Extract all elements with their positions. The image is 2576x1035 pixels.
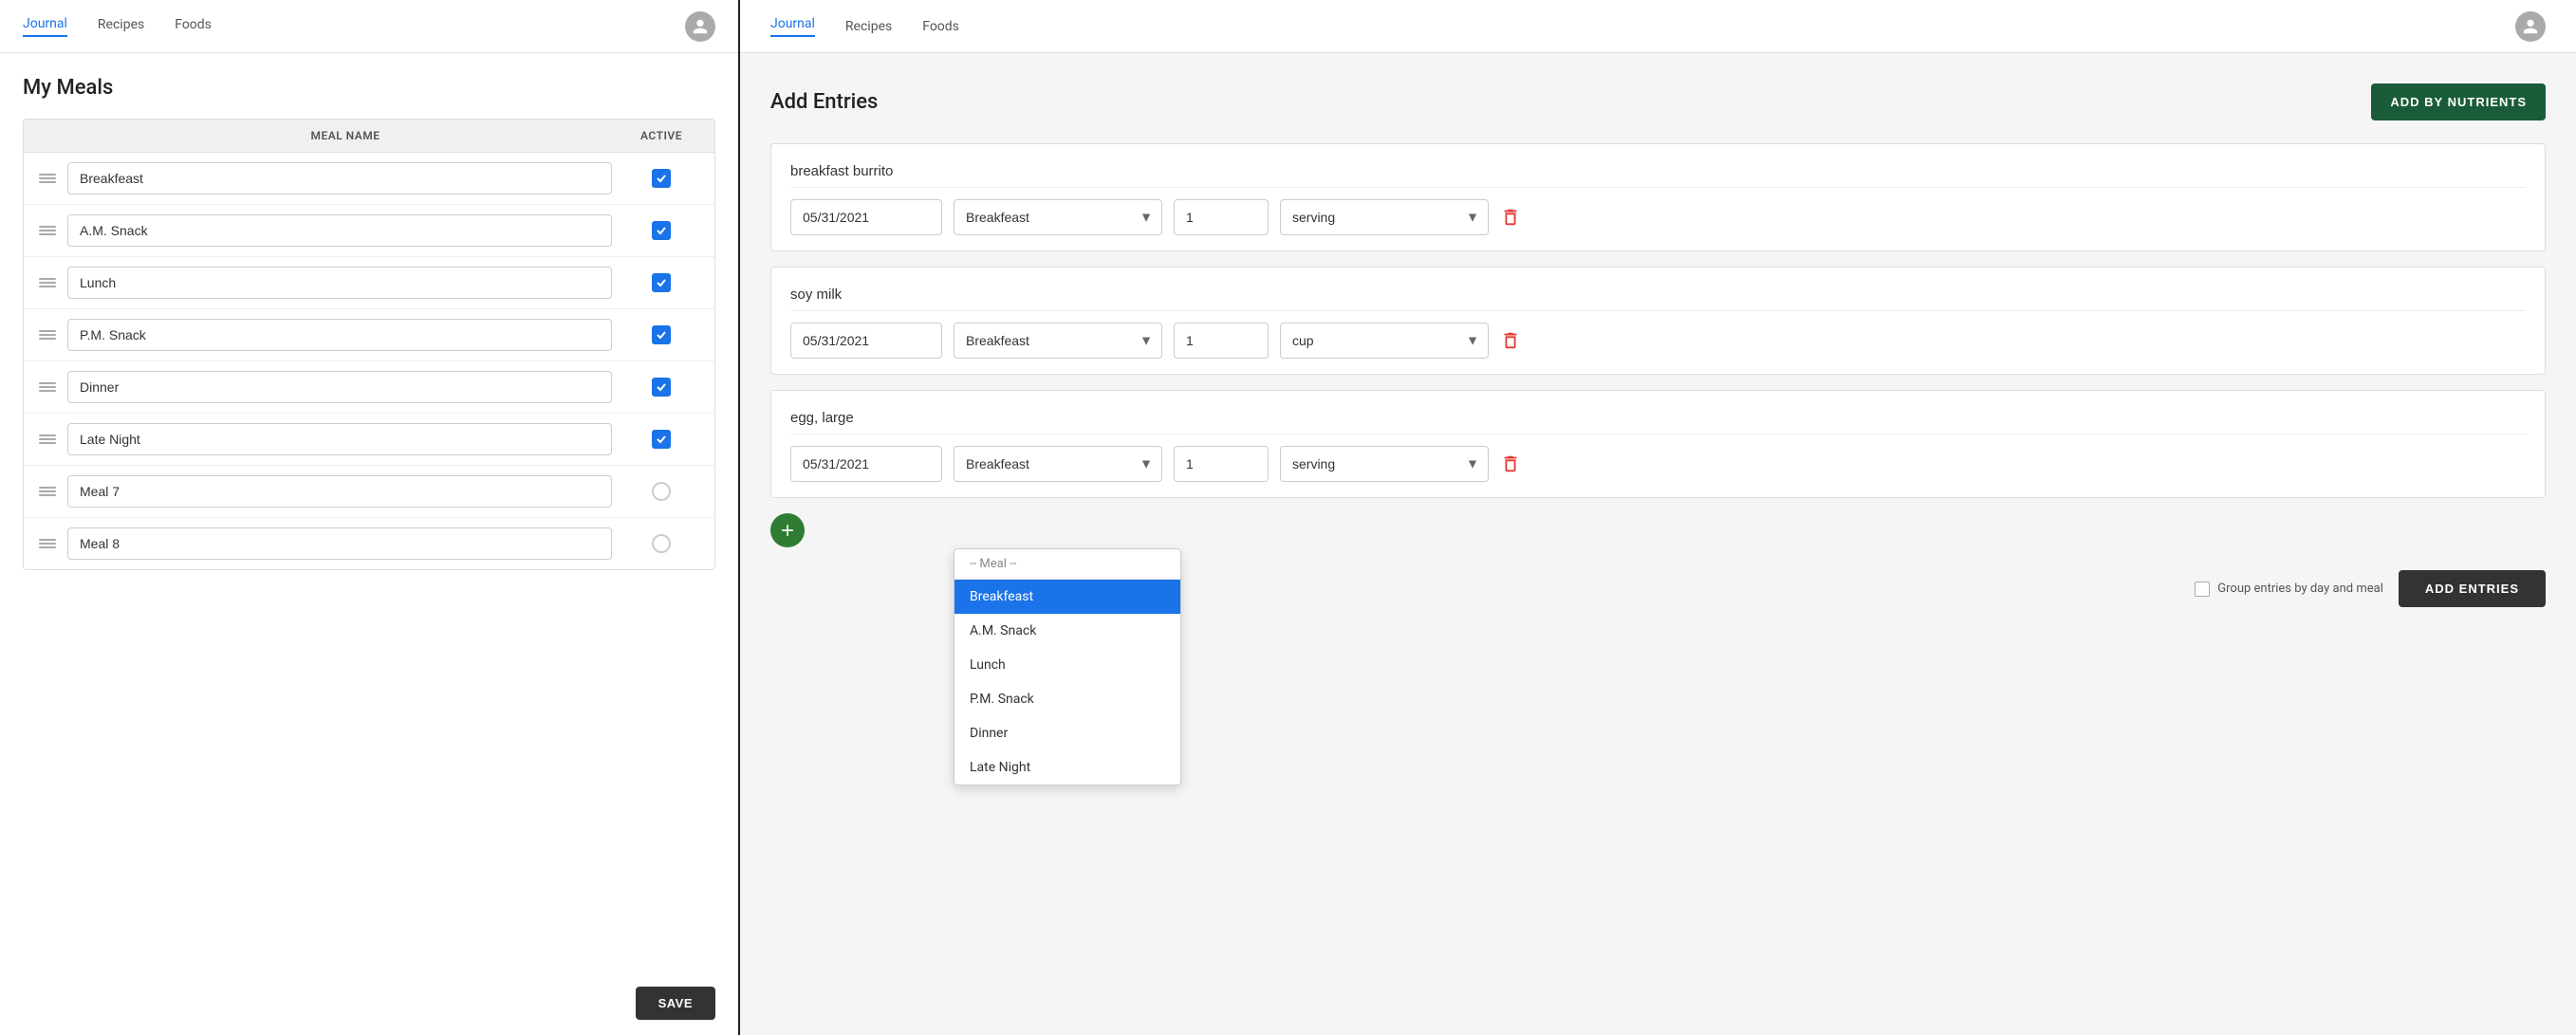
right-panel: Journal Recipes Foods Add Entries ADD BY…: [740, 0, 2576, 1035]
table-row: [24, 153, 714, 205]
unit-select-2[interactable]: serving cup oz: [1280, 446, 1489, 482]
active-checkbox-1[interactable]: [623, 221, 699, 240]
save-row: SAVE: [0, 971, 738, 1035]
meal-name-input-2[interactable]: [67, 267, 612, 299]
date-input-2[interactable]: [790, 446, 942, 482]
dropdown-header: -- Meal --: [954, 549, 1180, 580]
dropdown-item-lunch[interactable]: Lunch: [954, 648, 1180, 682]
table-row: [24, 518, 714, 569]
unit-select-0[interactable]: serving cup oz: [1280, 199, 1489, 235]
drag-handle-icon[interactable]: [39, 434, 56, 444]
group-checkbox-label[interactable]: Group entries by day and meal: [2195, 582, 2383, 597]
delete-button-1[interactable]: [1500, 330, 1521, 351]
left-panel: Journal Recipes Foods My Meals MEAL NAME…: [0, 0, 740, 1035]
table-row: [24, 414, 714, 466]
unit-select-wrap-0: serving cup oz ▼: [1280, 199, 1489, 235]
drag-handle-icon[interactable]: [39, 330, 56, 340]
meal-select-wrap-2: -- Meal -- Breakfeast A.M. Snack Lunch P…: [954, 446, 1162, 482]
dropdown-item-dinner[interactable]: Dinner: [954, 716, 1180, 750]
unit-select-1[interactable]: cup serving oz: [1280, 323, 1489, 359]
drag-handle-icon[interactable]: [39, 226, 56, 235]
dropdown-item-late-night[interactable]: Late Night: [954, 750, 1180, 785]
drag-handle-icon[interactable]: [39, 278, 56, 287]
quantity-input-2[interactable]: [1174, 446, 1269, 482]
dropdown-item-breakfeast[interactable]: Breakfeast: [954, 580, 1180, 614]
date-input-0[interactable]: [790, 199, 942, 235]
meal-select-2[interactable]: -- Meal -- Breakfeast A.M. Snack Lunch P…: [954, 446, 1162, 482]
col-active-header: ACTIVE: [623, 129, 699, 142]
unit-select-wrap-2: serving cup oz ▼: [1280, 446, 1489, 482]
save-button[interactable]: SAVE: [636, 987, 715, 1020]
left-top-nav: Journal Recipes Foods: [0, 0, 738, 53]
active-checkbox-3[interactable]: [623, 325, 699, 344]
drag-handle-icon[interactable]: [39, 539, 56, 548]
right-header: Add Entries ADD BY NUTRIENTS: [770, 83, 2546, 120]
group-label-text: Group entries by day and meal: [2217, 582, 2383, 596]
meal-name-input-5[interactable]: [67, 423, 612, 455]
delete-button-0[interactable]: [1500, 207, 1521, 228]
meal-select-wrap-0: -- Meal -- Breakfeast A.M. Snack Lunch P…: [954, 199, 1162, 235]
quantity-input-1[interactable]: [1174, 323, 1269, 359]
drag-handle-icon[interactable]: [39, 382, 56, 392]
table-row: [24, 309, 714, 361]
nav-recipes-left[interactable]: Recipes: [98, 17, 144, 36]
entry-row-1: -- Meal -- Breakfeast A.M. Snack Lunch P…: [790, 323, 2526, 359]
drag-handle-icon[interactable]: [39, 487, 56, 496]
meal-name-input-1[interactable]: [67, 214, 612, 247]
user-avatar-left: [685, 11, 715, 42]
right-content: Add Entries ADD BY NUTRIENTS -- Meal -- …: [740, 53, 2576, 1035]
add-entries-button[interactable]: ADD ENTRIES: [2399, 570, 2546, 607]
nav-foods-right[interactable]: Foods: [922, 19, 959, 34]
nav-recipes-right[interactable]: Recipes: [845, 19, 892, 34]
meal-name-input-7[interactable]: [67, 527, 612, 560]
meals-table: MEAL NAME ACTIVE: [23, 119, 715, 570]
table-row: [24, 205, 714, 257]
table-row: [24, 466, 714, 518]
add-by-nutrients-button[interactable]: ADD BY NUTRIENTS: [2371, 83, 2546, 120]
meal-name-input-3[interactable]: [67, 319, 612, 351]
left-content: My Meals MEAL NAME ACTIVE: [0, 53, 738, 971]
entry-card-0: -- Meal -- Breakfeast A.M. Snack Lunch P…: [770, 143, 2546, 251]
meal-select-wrap-1: -- Meal -- Breakfeast A.M. Snack Lunch P…: [954, 323, 1162, 359]
entry-card-2: -- Meal -- Breakfeast A.M. Snack Lunch P…: [770, 390, 2546, 498]
table-row: [24, 361, 714, 414]
dropdown-item-pm-snack[interactable]: P.M. Snack: [954, 682, 1180, 716]
meal-dropdown-2: -- Meal -- Breakfeast A.M. Snack Lunch P…: [954, 548, 1181, 785]
active-checkbox-4[interactable]: [623, 378, 699, 397]
food-name-input-1[interactable]: [790, 283, 2526, 311]
active-checkbox-7[interactable]: [623, 534, 699, 553]
meal-name-input-0[interactable]: [67, 162, 612, 194]
entry-row-2: -- Meal -- Breakfeast A.M. Snack Lunch P…: [790, 446, 2526, 482]
date-input-1[interactable]: [790, 323, 942, 359]
table-header: MEAL NAME ACTIVE: [24, 120, 714, 153]
dropdown-item-am-snack[interactable]: A.M. Snack: [954, 614, 1180, 648]
entry-card-1: -- Meal -- Breakfeast A.M. Snack Lunch P…: [770, 267, 2546, 375]
page-title: My Meals: [23, 76, 715, 100]
unit-select-wrap-1: cup serving oz ▼: [1280, 323, 1489, 359]
add-entries-title: Add Entries: [770, 90, 878, 114]
group-checkbox[interactable]: [2195, 582, 2210, 597]
right-top-nav: Journal Recipes Foods: [740, 0, 2576, 53]
col-meal-name-header: MEAL NAME: [67, 129, 623, 142]
meal-select-0[interactable]: -- Meal -- Breakfeast A.M. Snack Lunch P…: [954, 199, 1162, 235]
delete-button-2[interactable]: [1500, 453, 1521, 474]
quantity-input-0[interactable]: [1174, 199, 1269, 235]
nav-journal-left[interactable]: Journal: [23, 16, 67, 37]
food-name-input-0[interactable]: [790, 159, 2526, 188]
user-avatar-right: [2515, 11, 2546, 42]
active-checkbox-6[interactable]: [623, 482, 699, 501]
meal-name-input-4[interactable]: [67, 371, 612, 403]
nav-foods-left[interactable]: Foods: [175, 17, 212, 36]
nav-journal-right[interactable]: Journal: [770, 16, 815, 37]
active-checkbox-0[interactable]: [623, 169, 699, 188]
add-entry-button[interactable]: [770, 513, 805, 547]
active-checkbox-2[interactable]: [623, 273, 699, 292]
meal-name-input-6[interactable]: [67, 475, 612, 508]
active-checkbox-5[interactable]: [623, 430, 699, 449]
entry-row-0: -- Meal -- Breakfeast A.M. Snack Lunch P…: [790, 199, 2526, 235]
table-row: [24, 257, 714, 309]
meal-select-1[interactable]: -- Meal -- Breakfeast A.M. Snack Lunch P…: [954, 323, 1162, 359]
drag-handle-icon[interactable]: [39, 174, 56, 183]
food-name-input-2[interactable]: [790, 406, 2526, 434]
